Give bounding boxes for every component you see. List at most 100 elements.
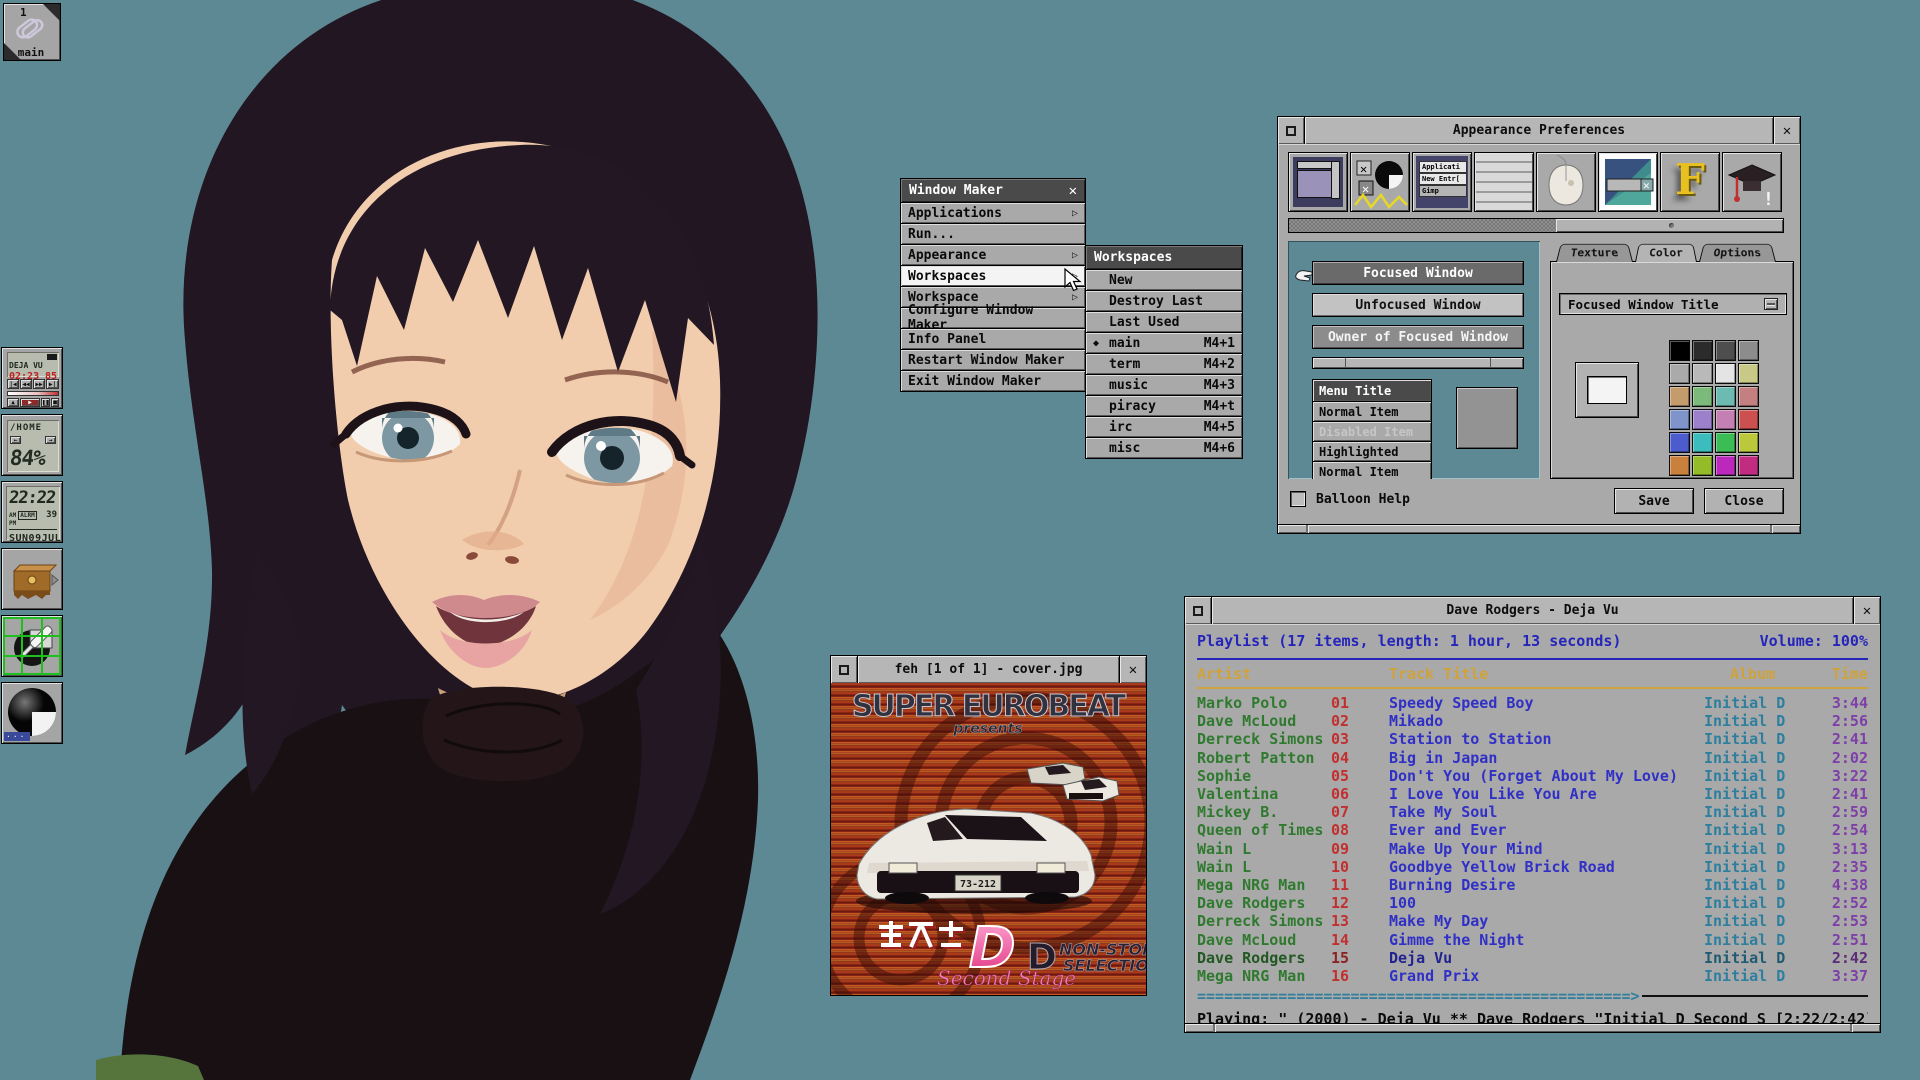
prev-track-button[interactable]: |◀	[7, 379, 19, 389]
scrollbar-knob[interactable]	[1556, 219, 1783, 232]
workspaces-submenu-item[interactable]: term M4+2	[1085, 354, 1243, 375]
workspaces-submenu-item[interactable]: Destroy Last	[1085, 291, 1243, 312]
tab[interactable]: Texture	[1556, 244, 1633, 262]
workspaces-submenu-item[interactable]: misc M4+6	[1085, 438, 1243, 459]
dockapp-music-player[interactable]: DEJA VU 02:23 85 |◀ ◀◀ ▶▶ ▶| ▲ ▶ ❚❚ ■	[1, 347, 63, 409]
palette-color-cell[interactable]	[1715, 409, 1736, 430]
close-window-button[interactable]: Close	[1704, 488, 1784, 514]
root-menu-item[interactable]: Exit Window Maker	[900, 371, 1086, 392]
track-row[interactable]: Dave Rodgers 12 100 Initial D 2:52	[1197, 894, 1868, 912]
dockapp-disk-monitor[interactable]: /HOME ← → 84%	[1, 414, 63, 476]
color-well[interactable]	[1575, 362, 1639, 418]
miniaturize-button[interactable]	[831, 656, 858, 683]
track-row[interactable]: Robert Patton 04 Big in Japan Initial D …	[1197, 749, 1868, 767]
menu-item-demo[interactable]: Highlighted	[1313, 442, 1431, 462]
track-row[interactable]: Queen of Times 08 Ever and Ever Initial …	[1197, 821, 1868, 839]
palette-color-cell[interactable]	[1692, 409, 1713, 430]
palette-color-cell[interactable]	[1715, 455, 1736, 476]
track-row[interactable]: Wain L 10 Goodbye Yellow Brick Road Init…	[1197, 858, 1868, 876]
unfocused-window-demo[interactable]: Unfocused Window	[1312, 293, 1524, 317]
palette-color-cell[interactable]	[1669, 455, 1690, 476]
expert-icon[interactable]: !	[1722, 152, 1782, 212]
palette-color-cell[interactable]	[1692, 386, 1713, 407]
rewind-button[interactable]: ◀◀	[20, 379, 32, 389]
palette-color-cell[interactable]	[1692, 363, 1713, 384]
root-menu-item[interactable]: Configure Window Maker	[900, 308, 1086, 329]
workspace-clip[interactable]: 1 main	[3, 3, 61, 61]
palette-color-cell[interactable]	[1738, 455, 1759, 476]
appearance-titlebar[interactable]: Appearance Preferences ✕	[1278, 117, 1800, 144]
save-button[interactable]: Save	[1614, 488, 1694, 514]
track-row[interactable]: Mickey B. 07 Take My Soul Initial D 2:59	[1197, 803, 1868, 821]
play-button[interactable]: ▶	[20, 398, 40, 407]
palette-color-cell[interactable]	[1738, 340, 1759, 361]
balloon-help-checkbox[interactable]	[1290, 491, 1306, 507]
palette-color-cell[interactable]	[1738, 386, 1759, 407]
palette-color-cell[interactable]	[1715, 386, 1736, 407]
track-row[interactable]: Dave McLoud 02 Mikado Initial D 2:56	[1197, 712, 1868, 730]
root-menu-title[interactable]: Window Maker ✕	[900, 178, 1086, 203]
palette-color-cell[interactable]	[1692, 340, 1713, 361]
track-row[interactable]: Marko Polo 01 Speedy Speed Boy Initial D…	[1197, 694, 1868, 712]
appearance-resizebar[interactable]	[1278, 524, 1800, 533]
dockapp-sphere[interactable]: ...	[1, 682, 63, 744]
palette-color-cell[interactable]	[1692, 455, 1713, 476]
tab[interactable]: Options	[1699, 244, 1776, 262]
playlist-titlebar[interactable]: Dave Rodgers - Deja Vu ✕	[1185, 597, 1880, 624]
track-row[interactable]: Valentina 06 I Love You Like You Are Ini…	[1197, 785, 1868, 803]
appearance-style-icon[interactable]: ✕	[1598, 152, 1658, 212]
track-row[interactable]: Derreck Simons 03 Station to Station Ini…	[1197, 730, 1868, 748]
icon-demo-square[interactable]	[1456, 387, 1518, 449]
workspaces-submenu-item[interactable]: piracy M4+t	[1085, 396, 1243, 417]
palette-color-cell[interactable]	[1669, 409, 1690, 430]
menu-style-icon[interactable]: Applicati New Entr[ Gimp	[1412, 152, 1472, 212]
player-progress-bar[interactable]	[7, 391, 59, 396]
menu-item-demo[interactable]: Normal Item	[1313, 402, 1431, 422]
pause-button[interactable]: ❚❚	[41, 398, 50, 407]
fast-forward-button[interactable]: ▶▶	[33, 379, 45, 389]
root-menu-item[interactable]: Appearance ▷	[900, 245, 1086, 266]
keyboard-icon[interactable]	[1474, 152, 1534, 212]
root-menu-item[interactable]: Applications ▷	[900, 203, 1086, 224]
palette-color-cell[interactable]	[1669, 363, 1690, 384]
owner-window-demo[interactable]: Owner of Focused Window	[1312, 325, 1524, 349]
pager-strip[interactable]: ...	[4, 732, 30, 741]
widget-style-icon[interactable]: ✕ ✕	[1350, 152, 1410, 212]
dockapp-drawer[interactable]	[1, 548, 63, 610]
miniaturize-button[interactable]	[1278, 117, 1305, 144]
workspaces-submenu-item[interactable]: irc M4+5	[1085, 417, 1243, 438]
palette-color-cell[interactable]	[1738, 432, 1759, 453]
palette-color-cell[interactable]	[1669, 432, 1690, 453]
color-target-dropdown[interactable]: Focused Window Title	[1559, 293, 1787, 315]
focused-window-demo[interactable]: Focused Window	[1312, 261, 1524, 285]
track-row[interactable]: Dave McLoud 14 Gimme the Night Initial D…	[1197, 930, 1868, 948]
palette-color-cell[interactable]	[1715, 340, 1736, 361]
menu-item-demo[interactable]: Disabled Item	[1313, 422, 1431, 442]
window-style-icon[interactable]	[1288, 152, 1348, 212]
palette-color-cell[interactable]	[1669, 386, 1690, 407]
next-track-button[interactable]: ▶|	[46, 379, 59, 389]
dockapp-clock[interactable]: 22:22 AM ALRM 39 PM SUN09JUL	[1, 481, 63, 543]
track-row[interactable]: Dave Rodgers 15 Deja Vu Initial D 2:42	[1197, 949, 1868, 967]
playlist-resizebar[interactable]	[1185, 1023, 1880, 1032]
menu-close-icon[interactable]: ✕	[1069, 183, 1077, 199]
palette-color-cell[interactable]	[1715, 432, 1736, 453]
disk-prev-button[interactable]: ←	[10, 436, 21, 444]
palette-color-cell[interactable]	[1715, 363, 1736, 384]
track-row[interactable]: Wain L 09 Make Up Your Mind Initial D 3:…	[1197, 840, 1868, 858]
close-button[interactable]: ✕	[1119, 656, 1146, 683]
menu-item-demo[interactable]: Normal Item	[1313, 462, 1431, 479]
workspaces-submenu-item[interactable]: ◆ main M4+1	[1085, 333, 1243, 354]
dockapp-tools[interactable]	[1, 615, 63, 677]
palette-color-cell[interactable]	[1692, 432, 1713, 453]
resizebar-demo[interactable]	[1312, 357, 1524, 369]
track-row[interactable]: Mega NRG Man 16 Grand Prix Initial D 3:3…	[1197, 967, 1868, 985]
palette-color-cell[interactable]	[1738, 363, 1759, 384]
workspaces-submenu-item[interactable]: New	[1085, 270, 1243, 291]
stop-button[interactable]: ■	[51, 398, 59, 407]
root-menu-item[interactable]: Restart Window Maker	[900, 350, 1086, 371]
font-icon[interactable]: F	[1660, 152, 1720, 212]
feh-titlebar[interactable]: feh [1 of 1] - cover.jpg ✕	[831, 656, 1146, 683]
tab[interactable]: Color	[1635, 244, 1697, 262]
track-row[interactable]: Derreck Simons 13 Make My Day Initial D …	[1197, 912, 1868, 930]
